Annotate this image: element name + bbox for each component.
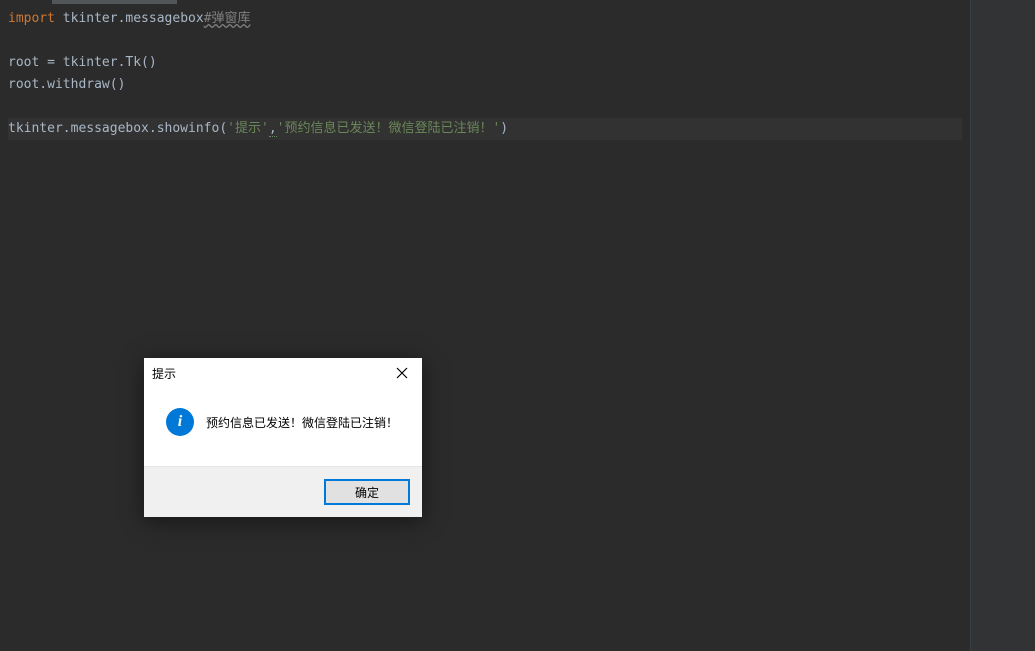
code-string: '提示' — [227, 121, 269, 136]
code-text: tkinter.messagebox — [55, 11, 204, 26]
dialog-footer: 确定 — [144, 466, 422, 517]
code-line-empty — [8, 96, 962, 118]
dialog-body: i 预约信息已发送！微信登陆已注销！ — [144, 388, 422, 466]
close-button[interactable] — [390, 361, 414, 385]
editor-right-gutter — [970, 0, 1035, 651]
info-icon-letter: i — [178, 413, 182, 431]
info-icon: i — [166, 408, 194, 436]
editor-tab-indicator — [52, 0, 177, 4]
code-text: root.withdraw() — [8, 77, 125, 92]
code-line-current: tkinter.messagebox.showinfo('提示','预约信息已发… — [8, 118, 962, 140]
keyword-import: import — [8, 11, 55, 26]
code-editor[interactable]: import tkinter.messagebox#弹窗库 root = tki… — [0, 0, 970, 651]
code-string: '预约信息已发送！微信登陆已注销！' — [277, 121, 501, 136]
code-line: import tkinter.messagebox#弹窗库 — [8, 8, 962, 30]
code-text: ) — [500, 121, 508, 136]
messagebox-dialog: 提示 i 预约信息已发送！微信登陆已注销！ 确定 — [144, 358, 422, 517]
code-line-empty — [8, 30, 962, 52]
code-text: , — [269, 121, 277, 137]
ok-button[interactable]: 确定 — [324, 479, 410, 505]
code-comment: #弹窗库 — [204, 11, 251, 26]
close-icon — [396, 367, 408, 379]
code-line: root = tkinter.Tk() — [8, 52, 962, 74]
code-line: root.withdraw() — [8, 74, 962, 96]
dialog-message: 预约信息已发送！微信登陆已注销！ — [206, 414, 398, 431]
code-text: tkinter.messagebox.showinfo( — [8, 121, 227, 136]
dialog-titlebar[interactable]: 提示 — [144, 358, 422, 388]
code-text: root = tkinter.Tk() — [8, 55, 157, 70]
dialog-title: 提示 — [152, 365, 176, 382]
